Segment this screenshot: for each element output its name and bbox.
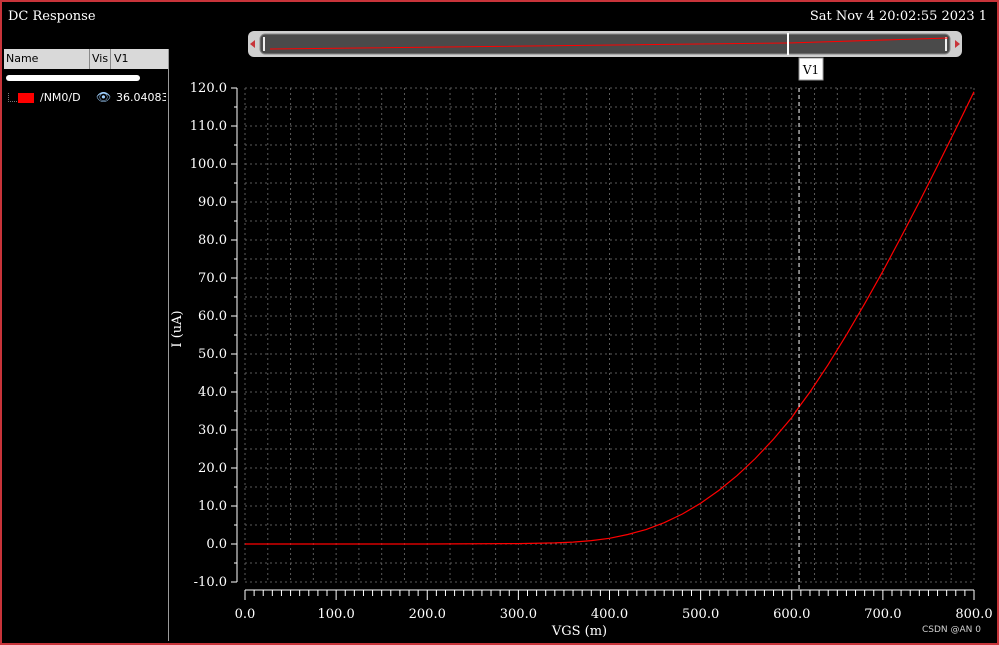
y-tick-label: 10.0 [198,499,227,514]
chart[interactable]: -10.0 0.0 10.0 20.0 30.0 40.0 50.0 60.0 70.0 80.0… [0,0,999,645]
x-tick-label: 0.0 [235,607,256,622]
y-tick-label: 20.0 [198,461,227,476]
x-tick-label: 400.0 [591,607,628,622]
marker-label-v1: V1 [802,63,819,77]
y-tick-label: 80.0 [198,233,227,248]
y-tick-label: 120.0 [190,81,227,96]
y-tick-label: 30.0 [198,423,227,438]
x-tick-label: 700.0 [864,607,901,622]
y-tick-label: 0.0 [206,537,227,552]
y-tick-label: -10.0 [194,575,227,590]
y-tick-label: 110.0 [190,119,227,134]
waveform-window: DC Response Sat Nov 4 20:02:55 2023 1 Na… [0,0,999,645]
y-tick-label: 40.0 [198,385,227,400]
y-tick-label: 50.0 [198,347,227,362]
x-tick-label: 800.0 [955,607,992,622]
x-tick-label: 100.0 [318,607,355,622]
y-tick-label: 100.0 [190,157,227,172]
y-axis-label: I (uA) [170,310,185,347]
watermark: CSDN @AN 0 [922,625,981,635]
x-tick-label: 300.0 [500,607,537,622]
x-tick-label: 500.0 [682,607,719,622]
x-tick-label: 200.0 [409,607,446,622]
y-tick-label: 90.0 [198,195,227,210]
y-tick-label: 70.0 [198,271,227,286]
x-tick-label: 600.0 [773,607,810,622]
y-tick-label: 60.0 [198,309,227,324]
x-axis-label: VGS (m) [551,624,607,639]
